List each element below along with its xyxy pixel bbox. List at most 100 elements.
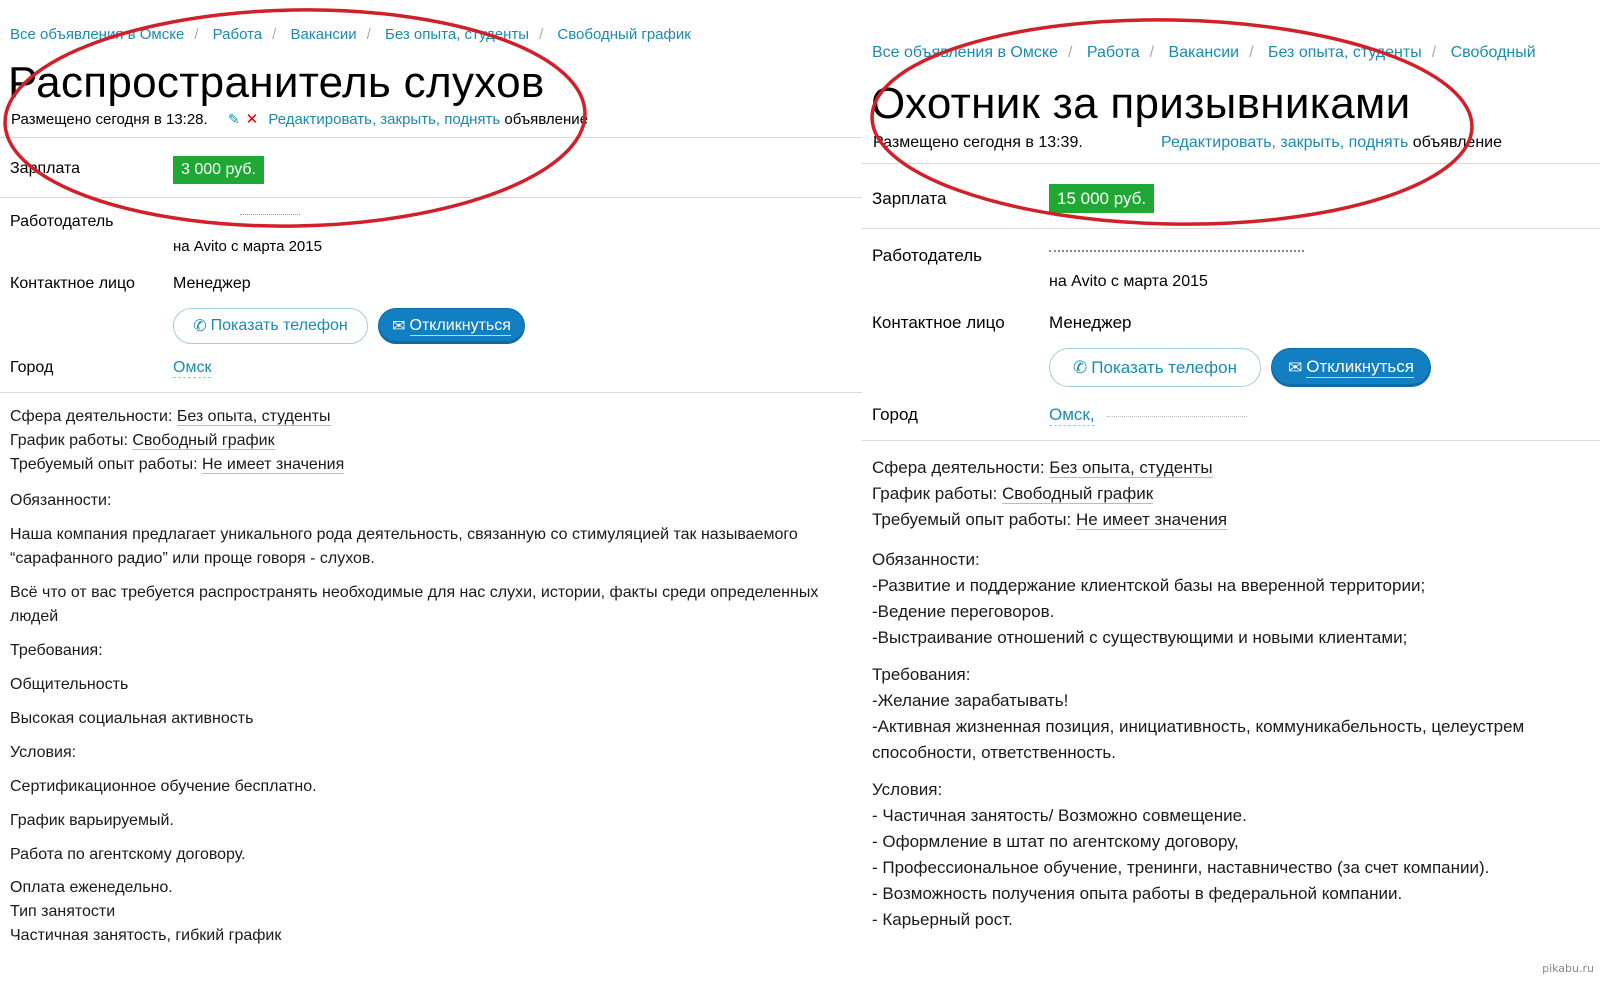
show-phone-button[interactable]: ✆ Показать телефон bbox=[1049, 348, 1261, 387]
cross-icon[interactable]: ✕ bbox=[246, 111, 259, 128]
experience-line: Требуемый опыт работы: Не имеет значения bbox=[10, 456, 345, 474]
phone-icon: ✆ bbox=[193, 318, 207, 335]
description-line: -Ведение переговоров. bbox=[872, 602, 1055, 621]
experience-label: Требуемый опыт работы: bbox=[872, 510, 1072, 529]
breadcrumb-separator: / bbox=[272, 26, 277, 43]
sphere-link[interactable]: Без опыта, студенты bbox=[176, 408, 331, 426]
edit-line: Редактировать, закрыть, поднять объявлен… bbox=[1161, 134, 1502, 152]
description-line: - Профессиональное обучение, тренинги, н… bbox=[872, 858, 1490, 877]
breadcrumb-separator: / bbox=[1249, 44, 1254, 61]
breadcrumb-item[interactable]: Работа bbox=[1087, 44, 1140, 61]
breadcrumb-item[interactable]: Вакансии bbox=[291, 26, 357, 43]
breadcrumb-item[interactable]: Вакансии bbox=[1169, 44, 1240, 61]
contact-label: Контактное лицо bbox=[872, 313, 1005, 332]
experience-link[interactable]: Не имеет значения bbox=[201, 456, 345, 474]
city-label: Город bbox=[10, 359, 54, 376]
edit-link[interactable]: Редактировать, закрыть, поднять bbox=[268, 111, 500, 128]
schedule-label: График работы: bbox=[10, 432, 128, 449]
description-line: Общительность bbox=[10, 676, 129, 693]
city-link[interactable]: Омск, bbox=[1049, 405, 1095, 426]
divider bbox=[862, 440, 1600, 441]
right-listing: Все объявления в Омске / Работа / Вакансии… bbox=[862, 0, 1600, 981]
divider bbox=[0, 197, 862, 198]
breadcrumb-item[interactable]: Без опыта, студенты bbox=[385, 26, 529, 43]
breadcrumb-item[interactable]: Без опыта, студенты bbox=[1268, 44, 1422, 61]
edit-suffix: объявление bbox=[1412, 134, 1502, 151]
employer-label: Работодатель bbox=[872, 246, 982, 265]
redacted-employer bbox=[1049, 250, 1304, 253]
envelope-icon: ✉ bbox=[1288, 357, 1303, 377]
sphere-label: Сфера деятельности: bbox=[872, 458, 1045, 477]
reply-button[interactable]: ✉ Откликнуться bbox=[378, 308, 525, 344]
contact-name: Менеджер bbox=[173, 275, 251, 292]
reply-button[interactable]: ✉ Откликнуться bbox=[1271, 348, 1431, 387]
schedule-label: График работы: bbox=[872, 484, 998, 503]
breadcrumb-item[interactable]: Свободный график bbox=[557, 26, 690, 43]
description-line: Условия: bbox=[872, 780, 943, 799]
schedule-line: График работы: Свободный график bbox=[10, 432, 275, 450]
sphere-line: Сфера деятельности: Без опыта, студенты bbox=[10, 408, 331, 426]
description-line: -Развитие и поддержание клиентской базы … bbox=[872, 576, 1426, 595]
description-line: - Возможность получения опыта работы в ф… bbox=[872, 884, 1403, 903]
contact-label: Контактное лицо bbox=[10, 275, 135, 292]
breadcrumb-separator: / bbox=[1067, 44, 1073, 61]
description-line: - Частичная занятость/ Возможно совмещен… bbox=[872, 806, 1247, 825]
breadcrumb-separator: / bbox=[1149, 44, 1155, 61]
schedule-line: График работы: Свободный график bbox=[872, 484, 1154, 504]
employer-label: Работодатель bbox=[10, 213, 114, 230]
divider bbox=[0, 392, 862, 393]
edit-suffix: объявление bbox=[504, 111, 589, 128]
schedule-link[interactable]: Свободный график bbox=[132, 432, 275, 450]
envelope-icon: ✉ bbox=[392, 318, 406, 335]
pencil-icon[interactable]: ✎ bbox=[228, 111, 240, 127]
description-line: способности, ответственность. bbox=[872, 743, 1116, 762]
breadcrumb-item[interactable]: Свободный bbox=[1451, 44, 1536, 61]
salary-badge: 15 000 руб. bbox=[1049, 184, 1155, 213]
divider bbox=[862, 228, 1600, 229]
salary-label: Зарплата bbox=[872, 189, 947, 208]
description-line: -Выстраивание отношений с существующими … bbox=[872, 628, 1408, 647]
employer-since: на Avito с марта 2015 bbox=[173, 238, 322, 255]
description-line: Частичная занятость, гибкий график bbox=[10, 927, 282, 944]
sphere-line: Сфера деятельности: Без опыта, студенты bbox=[872, 458, 1213, 478]
description-line: Обязанности: bbox=[10, 492, 112, 509]
description-line: - Карьерный рост. bbox=[872, 910, 1013, 929]
experience-line: Требуемый опыт работы: Не имеет значения bbox=[872, 510, 1228, 530]
description-line: Оплата еженедельно. bbox=[10, 879, 173, 896]
salary-badge: 3 000 руб. bbox=[173, 156, 264, 184]
breadcrumb-item[interactable]: Работа bbox=[213, 26, 263, 43]
breadcrumb-item[interactable]: Все объявления в Омске bbox=[872, 44, 1058, 61]
description-line: Требования: bbox=[10, 642, 103, 659]
experience-label: Требуемый опыт работы: bbox=[10, 456, 198, 473]
page-title: Распространитель слухов bbox=[8, 58, 545, 107]
watermark: pikabu.ru bbox=[1542, 962, 1594, 975]
show-phone-label: Показать телефон bbox=[1091, 357, 1237, 377]
description-line: -Желание зарабатывать! bbox=[872, 691, 1069, 710]
sphere-link[interactable]: Без опыта, студенты bbox=[1049, 458, 1213, 478]
left-listing: Все объявления в Омске / Работа / Вакансии… bbox=[0, 0, 862, 981]
description-line: “сарафанного радио” или проще говоря - с… bbox=[10, 550, 375, 567]
posted-date: Размещено сегодня в 13:28. bbox=[11, 111, 208, 128]
show-phone-button[interactable]: ✆ Показать телефон bbox=[173, 308, 368, 344]
breadcrumb: Все объявления в Омске / Работа / Вакансии… bbox=[10, 26, 691, 43]
description-line: - Оформление в штат по агентскому догово… bbox=[872, 832, 1239, 851]
breadcrumb-item[interactable]: Все объявления в Омске bbox=[10, 26, 184, 43]
edit-link[interactable]: Редактировать, закрыть, поднять bbox=[1161, 134, 1408, 151]
breadcrumb-separator: / bbox=[194, 26, 199, 43]
show-phone-label: Показать телефон bbox=[210, 317, 348, 334]
reply-label: Откликнуться bbox=[409, 316, 511, 336]
description-line: Высокая социальная активность bbox=[10, 710, 254, 727]
experience-link[interactable]: Не имеет значения bbox=[1075, 510, 1228, 530]
schedule-link[interactable]: Свободный график bbox=[1002, 484, 1154, 504]
salary-label: Зарплата bbox=[10, 160, 81, 177]
description-line: Работа по агентскому договору. bbox=[10, 846, 246, 863]
description-line: График варьируемый. bbox=[10, 812, 174, 829]
posted-line: Размещено сегодня в 13:39. bbox=[873, 134, 1083, 152]
description-line: -Активная жизненная позиция, инициативно… bbox=[872, 717, 1525, 736]
posted-line: Размещено сегодня в 13:28. ✎ ✕ Редактиров… bbox=[11, 110, 588, 128]
red-highlight-oval bbox=[3, 8, 587, 228]
city-link[interactable]: Омск bbox=[173, 359, 212, 378]
breadcrumb-separator: / bbox=[1431, 44, 1437, 61]
breadcrumb-separator: / bbox=[539, 26, 544, 43]
description-line: Условия: bbox=[10, 744, 77, 761]
